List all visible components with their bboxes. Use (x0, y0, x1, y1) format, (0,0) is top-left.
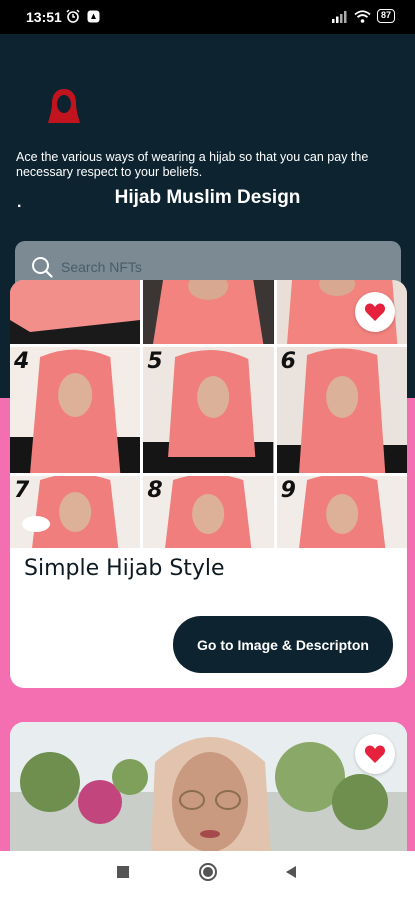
navigation-bar (0, 851, 415, 900)
step-number: 4 (14, 349, 30, 374)
wifi-icon (354, 9, 371, 23)
step-photo: 7 (10, 476, 141, 548)
step-number: 5 (147, 349, 163, 374)
heart-icon (364, 303, 386, 321)
tutorial-image: 4 5 6 7 8 9 (10, 280, 407, 548)
recents-icon[interactable] (116, 865, 130, 879)
home-icon[interactable] (198, 862, 218, 882)
app-title: Hijab Muslim Design (114, 187, 301, 208)
signal-icon (331, 10, 347, 23)
hijab-logo-icon (48, 89, 80, 123)
step-photo: 5 (143, 347, 274, 473)
search-input[interactable] (61, 258, 361, 275)
notification-app-icon (87, 10, 100, 22)
step-photo: 8 (143, 476, 274, 548)
step-photo: 6 (276, 347, 407, 473)
heart-icon (364, 745, 386, 763)
status-time: 13:51 (26, 9, 62, 25)
style-card[interactable] (10, 722, 407, 872)
battery-indicator: 87 (376, 9, 395, 23)
favorite-button[interactable] (355, 292, 395, 332)
step-photo: 9 (276, 476, 407, 548)
go-to-image-button[interactable]: Go to Image & Descripton (173, 616, 393, 673)
step-number: 6 (280, 349, 296, 374)
card-title: Simple Hijab Style (24, 556, 225, 581)
style-card[interactable]: 4 5 6 7 8 9 Simple Hijab Style Go to Ima… (10, 280, 407, 688)
step-number: 9 (280, 478, 296, 503)
back-icon[interactable] (284, 865, 298, 879)
step-number: 8 (147, 478, 163, 503)
step-photo (10, 280, 141, 344)
intro-text: Ace the various ways of wearing a hijab … (16, 150, 369, 179)
step-photo: 4 (10, 347, 141, 473)
alarm-icon (66, 9, 80, 23)
favorite-button[interactable] (355, 734, 395, 774)
search-icon (32, 256, 53, 278)
step-photo (143, 280, 274, 344)
step-number: 7 (14, 478, 30, 503)
style-photo (10, 722, 407, 872)
status-bar: 13:51 87 (0, 0, 415, 34)
